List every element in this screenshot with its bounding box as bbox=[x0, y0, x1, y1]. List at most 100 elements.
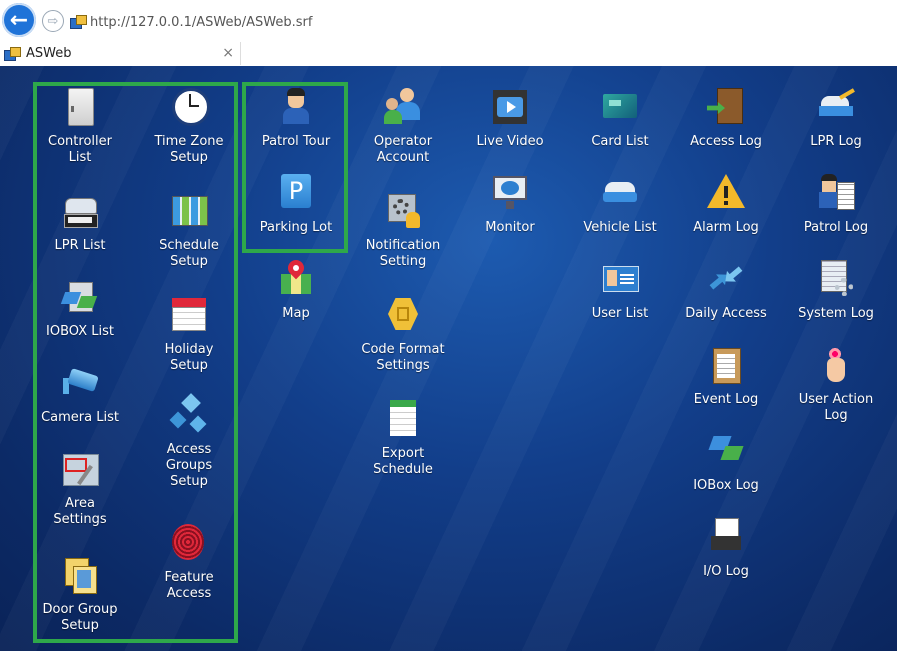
tile-monitor[interactable]: Monitor bbox=[464, 174, 556, 236]
tile-lpr-log[interactable]: LPR Log bbox=[790, 88, 882, 150]
tile-label: Daily Access bbox=[685, 306, 767, 321]
tile-vehicle-list[interactable]: Vehicle List bbox=[574, 174, 666, 236]
tile-label: Time Zone Setup bbox=[154, 134, 224, 165]
controller-door-icon bbox=[61, 88, 99, 126]
tile-label: Notification Setting bbox=[365, 238, 441, 269]
patrol-log-guard-icon bbox=[817, 174, 855, 212]
tile-label: Access Groups Setup bbox=[165, 442, 213, 489]
notification-gear-icon bbox=[384, 192, 422, 230]
tile-label: Door Group Setup bbox=[42, 602, 118, 633]
url-field[interactable]: http://127.0.0.1/ASWeb/ASWeb.srf bbox=[70, 12, 312, 32]
tile-notification-setting[interactable]: Notification Setting bbox=[357, 192, 449, 270]
tile-label: Card List bbox=[591, 134, 649, 149]
tile-code-format-settings[interactable]: Code Format Settings bbox=[357, 296, 449, 374]
tile-parking-lot[interactable]: P Parking Lot bbox=[250, 174, 342, 236]
tab-favicon-icon bbox=[4, 46, 21, 61]
access-log-door-icon bbox=[707, 88, 745, 126]
lpr-log-barrier-icon bbox=[817, 88, 855, 126]
schedule-grid-icon bbox=[170, 192, 208, 230]
card-icon bbox=[601, 88, 639, 126]
tile-alarm-log[interactable]: Alarm Log bbox=[680, 174, 772, 236]
tile-system-log[interactable]: System Log bbox=[790, 260, 882, 322]
tab-title: ASWeb bbox=[26, 46, 72, 61]
tile-label: Alarm Log bbox=[693, 220, 759, 235]
tile-user-list[interactable]: User List bbox=[574, 260, 666, 322]
iobox-log-icon bbox=[707, 432, 745, 470]
tile-label: LPR Log bbox=[810, 134, 862, 149]
back-button[interactable]: ← bbox=[2, 3, 36, 37]
tile-iobox-list[interactable]: IOBOX List bbox=[34, 278, 126, 340]
holiday-calendar-icon bbox=[170, 296, 208, 334]
tile-door-group-setup[interactable]: Door Group Setup bbox=[34, 556, 126, 634]
tile-label: IOBOX List bbox=[46, 324, 114, 339]
tile-event-log[interactable]: Event Log bbox=[680, 346, 772, 408]
tile-area-settings[interactable]: Area Settings bbox=[34, 450, 126, 528]
tile-live-video[interactable]: Live Video bbox=[464, 88, 556, 150]
tile-map[interactable]: Map bbox=[250, 256, 342, 322]
tile-label: IOBox Log bbox=[693, 478, 759, 493]
tile-label: System Log bbox=[798, 306, 874, 321]
tile-label: Live Video bbox=[476, 134, 544, 149]
tile-daily-access[interactable]: Daily Access bbox=[680, 260, 772, 322]
fingerprint-icon bbox=[170, 524, 208, 562]
tile-time-zone-setup[interactable]: Time Zone Setup bbox=[143, 88, 235, 166]
tile-holiday-setup[interactable]: Holiday Setup bbox=[143, 296, 235, 374]
camera-icon bbox=[61, 364, 99, 402]
tile-label: Controller List bbox=[48, 134, 112, 165]
tile-label: I/O Log bbox=[703, 564, 749, 579]
event-log-clipboard-icon bbox=[707, 346, 745, 384]
forward-button[interactable]: ⇨ bbox=[42, 10, 64, 32]
vehicle-car-icon bbox=[601, 174, 639, 212]
tile-controller-list[interactable]: Controller List bbox=[34, 88, 126, 166]
system-log-gear-icon bbox=[817, 260, 855, 298]
lpr-camera-icon bbox=[61, 192, 99, 230]
access-groups-cubes-icon bbox=[169, 393, 208, 434]
code-format-chip-icon bbox=[384, 296, 422, 334]
site-favicon-icon bbox=[70, 15, 87, 29]
tile-label: User Action Log bbox=[798, 392, 874, 423]
tile-label: Export Schedule bbox=[373, 446, 433, 477]
tile-label: Holiday Setup bbox=[164, 342, 214, 373]
address-bar: ← ⇨ http://127.0.0.1/ASWeb/ASWeb.srf bbox=[0, 0, 897, 40]
tile-export-schedule[interactable]: Export Schedule bbox=[357, 400, 449, 478]
tile-schedule-setup[interactable]: Schedule Setup bbox=[143, 192, 235, 270]
tab-close-icon[interactable]: × bbox=[222, 45, 234, 61]
tile-card-list[interactable]: Card List bbox=[574, 88, 666, 150]
operator-users-icon bbox=[384, 88, 422, 126]
tab-bar: ASWeb × bbox=[0, 40, 897, 102]
tile-access-log[interactable]: Access Log bbox=[680, 88, 772, 150]
url-text[interactable]: http://127.0.0.1/ASWeb/ASWeb.srf bbox=[90, 15, 312, 30]
forward-arrow-icon: ⇨ bbox=[47, 13, 59, 29]
tile-access-groups-setup[interactable]: Access Groups Setup bbox=[143, 393, 235, 490]
user-action-hand-icon bbox=[817, 346, 855, 384]
tile-camera-list[interactable]: Camera List bbox=[34, 364, 126, 426]
browser-tab[interactable]: ASWeb × bbox=[0, 42, 241, 65]
tile-patrol-tour[interactable]: Patrol Tour bbox=[250, 88, 342, 150]
user-id-card-icon bbox=[601, 260, 639, 298]
tile-label: Code Format Settings bbox=[361, 342, 445, 373]
export-schedule-icon bbox=[384, 400, 422, 438]
daily-access-arrows-icon bbox=[707, 260, 745, 298]
tile-label: Operator Account bbox=[373, 134, 433, 165]
tile-label: Access Log bbox=[690, 134, 762, 149]
tile-label: Vehicle List bbox=[583, 220, 657, 235]
tile-lpr-list[interactable]: LPR List bbox=[34, 192, 126, 254]
map-pin-icon bbox=[277, 256, 315, 298]
tile-io-log[interactable]: I/O Log bbox=[680, 518, 772, 580]
alarm-warning-icon bbox=[707, 174, 745, 212]
tile-label: LPR List bbox=[54, 238, 106, 253]
live-video-icon bbox=[491, 88, 529, 126]
area-map-icon bbox=[61, 450, 99, 488]
tile-label: User List bbox=[591, 306, 649, 321]
tile-label: Area Settings bbox=[53, 496, 107, 527]
tile-operator-account[interactable]: Operator Account bbox=[357, 88, 449, 166]
iobox-icon bbox=[60, 278, 99, 316]
tile-label: Event Log bbox=[693, 392, 759, 407]
monitor-eye-icon bbox=[491, 174, 529, 212]
tile-feature-access[interactable]: Feature Access bbox=[143, 524, 235, 602]
tile-label: Feature Access bbox=[164, 570, 214, 601]
tile-patrol-log[interactable]: Patrol Log bbox=[790, 174, 882, 236]
tile-user-action-log[interactable]: User Action Log bbox=[790, 346, 882, 424]
tile-iobox-log[interactable]: IOBox Log bbox=[680, 432, 772, 494]
tile-label: Parking Lot bbox=[259, 220, 333, 235]
